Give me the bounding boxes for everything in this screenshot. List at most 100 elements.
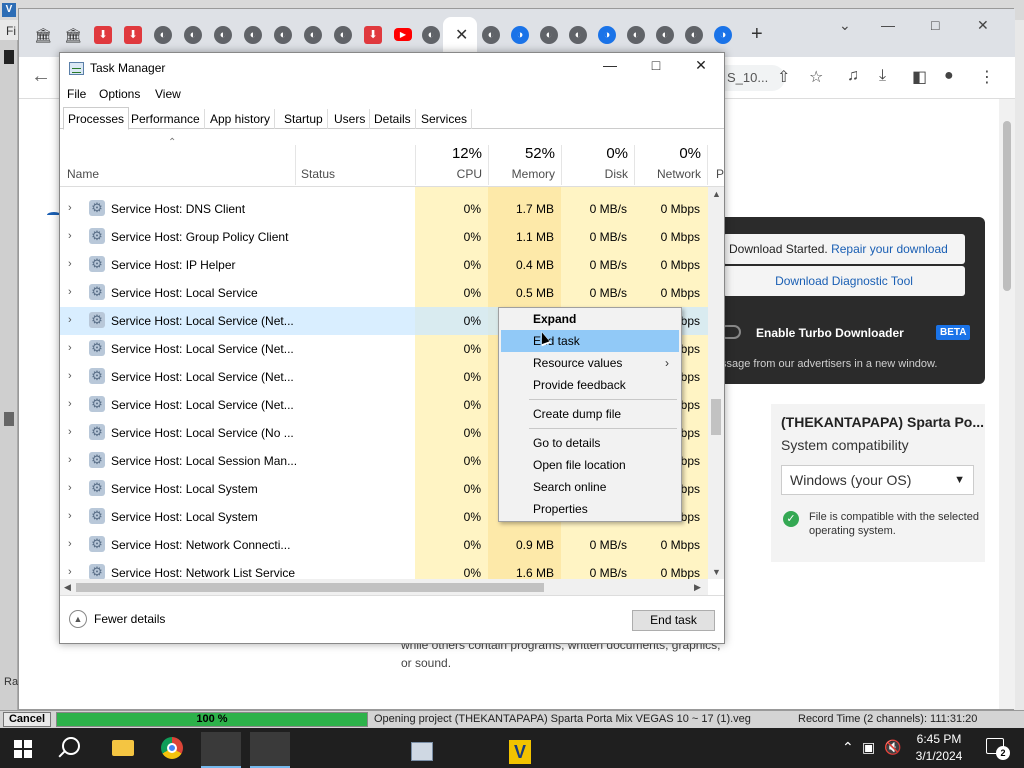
- close-icon[interactable]: ✕: [977, 17, 989, 34]
- chevron-right-icon[interactable]: ›: [68, 370, 72, 382]
- tab-details[interactable]: Details: [370, 109, 416, 129]
- header-network[interactable]: Network: [634, 167, 701, 181]
- diagnostic-tool-link[interactable]: Download Diagnostic Tool: [723, 266, 965, 296]
- sort-caret-icon[interactable]: ⌃: [168, 137, 176, 148]
- globe-icon[interactable]: ◐: [540, 26, 558, 44]
- globe-icon[interactable]: ◐: [154, 26, 172, 44]
- chevron-right-icon[interactable]: ›: [68, 510, 72, 522]
- chrome-icon[interactable]: [161, 737, 183, 759]
- tab-performance[interactable]: Performance: [127, 109, 205, 129]
- table-row[interactable]: › ⚙ Service Host: Network Connecti... 0% 0.9…: [60, 531, 708, 559]
- scroll-right-icon[interactable]: ▶: [694, 582, 701, 593]
- network-icon[interactable]: ▣: [862, 739, 875, 756]
- globe-icon[interactable]: ◐: [569, 26, 587, 44]
- repair-download-link[interactable]: Repair your download: [831, 242, 948, 256]
- close-icon[interactable]: ✕: [455, 25, 468, 45]
- address-bar[interactable]: S_10...: [725, 65, 785, 91]
- globe-icon[interactable]: ◐: [656, 26, 674, 44]
- chevron-up-icon[interactable]: ⌃: [842, 739, 854, 756]
- globe-icon[interactable]: ◐: [685, 26, 703, 44]
- chevron-right-icon[interactable]: ›: [68, 314, 72, 326]
- header-network-percent[interactable]: 0%: [634, 145, 701, 162]
- vegas-tool-icon[interactable]: [4, 412, 14, 426]
- menu-item-resource-values[interactable]: Resource values ›: [501, 352, 679, 374]
- header-memory-percent[interactable]: 52%: [488, 145, 555, 162]
- menu-item-properties[interactable]: Properties: [501, 498, 679, 520]
- scroll-down-icon[interactable]: ▼: [712, 567, 721, 577]
- chevron-right-icon[interactable]: ›: [68, 230, 72, 242]
- speaker-muted-icon[interactable]: 🔇: [884, 739, 901, 756]
- tab-app-history[interactable]: App history: [206, 109, 276, 129]
- new-tab-button[interactable]: +: [751, 23, 763, 46]
- maximize-icon[interactable]: □: [641, 57, 671, 73]
- globe-icon[interactable]: ◐: [274, 26, 292, 44]
- vertical-scroll-thumb[interactable]: [711, 399, 721, 435]
- horizontal-scrollbar[interactable]: ◀ ▶: [60, 579, 708, 595]
- header-name[interactable]: Name: [67, 167, 99, 181]
- kebab-menu-icon[interactable]: ⋮: [979, 67, 995, 87]
- clock[interactable]: 6:45 PM 3/1/2024: [906, 731, 972, 765]
- table-row[interactable]: › ⚙ Service Host: IP Helper 0% 0.4 MB 0 MB/s 0…: [60, 251, 708, 279]
- os-select[interactable]: Windows (your OS) ▼: [781, 465, 974, 495]
- minimize-icon[interactable]: —: [881, 17, 895, 33]
- youtube-icon[interactable]: ▶: [394, 28, 412, 41]
- menu-item-go-to-details[interactable]: Go to details: [501, 432, 679, 454]
- globe-icon[interactable]: ◐: [244, 26, 262, 44]
- download-icon[interactable]: ⬇: [364, 26, 382, 44]
- globe-icon[interactable]: ◐: [214, 26, 232, 44]
- chevron-right-icon[interactable]: ›: [68, 202, 72, 214]
- menu-item-end-task[interactable]: End task: [501, 330, 679, 352]
- scroll-up-icon[interactable]: ▲: [712, 189, 721, 199]
- edge-icon[interactable]: ◑: [598, 26, 616, 44]
- media-icon[interactable]: ♫: [847, 67, 859, 85]
- table-row[interactable]: › ⚙ Service Host: Group Policy Client 0% 1.1…: [60, 223, 708, 251]
- download-icon[interactable]: ⬇: [94, 26, 112, 44]
- share-icon[interactable]: ⇧: [777, 67, 790, 87]
- tab-startup[interactable]: Startup: [280, 109, 328, 129]
- header-status[interactable]: Status: [301, 167, 335, 181]
- windows-start-icon[interactable]: [14, 740, 32, 758]
- museum-icon[interactable]: 🏛: [34, 26, 52, 44]
- tab-processes[interactable]: Processes: [63, 107, 130, 130]
- globe-icon[interactable]: ◐: [482, 26, 500, 44]
- chevron-right-icon[interactable]: ›: [68, 258, 72, 270]
- chevron-right-icon[interactable]: ›: [68, 426, 72, 438]
- museum-icon[interactable]: 🏛: [64, 26, 82, 44]
- header-disk-percent[interactable]: 0%: [561, 145, 628, 162]
- globe-icon[interactable]: ◐: [422, 26, 440, 44]
- chevron-right-icon[interactable]: ›: [68, 482, 72, 494]
- tab-search-icon[interactable]: ⌄: [839, 17, 851, 34]
- chevron-right-icon[interactable]: ›: [68, 286, 72, 298]
- tab-services[interactable]: Services: [417, 109, 473, 129]
- globe-icon[interactable]: ◐: [334, 26, 352, 44]
- menu-item-provide-feedback[interactable]: Provide feedback: [501, 374, 679, 396]
- maximize-icon[interactable]: □: [931, 17, 939, 33]
- vegas-tool-icon[interactable]: [4, 50, 14, 64]
- chevron-right-icon[interactable]: ›: [68, 538, 72, 550]
- edge-icon[interactable]: ◑: [714, 26, 732, 44]
- minimize-icon[interactable]: —: [595, 57, 625, 73]
- profile-icon[interactable]: ●: [944, 67, 954, 85]
- horizontal-scroll-thumb[interactable]: [76, 583, 544, 592]
- globe-icon[interactable]: ◐: [627, 26, 645, 44]
- star-icon[interactable]: ☆: [809, 67, 823, 87]
- search-icon[interactable]: [62, 737, 80, 755]
- menu-item-create-dump-file[interactable]: Create dump file: [501, 403, 679, 425]
- scroll-left-icon[interactable]: ◀: [64, 582, 71, 593]
- header-power[interactable]: P: [716, 167, 724, 181]
- end-task-button[interactable]: End task: [632, 610, 715, 631]
- file-explorer-icon[interactable]: [112, 740, 134, 756]
- vegas-menu-file[interactable]: Fi: [6, 24, 16, 38]
- header-cpu[interactable]: CPU: [415, 167, 482, 181]
- tab-users[interactable]: Users: [330, 109, 371, 129]
- chevron-right-icon[interactable]: ›: [68, 342, 72, 354]
- side-panel-icon[interactable]: ◧: [912, 67, 927, 87]
- table-row[interactable]: › ⚙ Service Host: DNS Client 0% 1.7 MB 0 MB/s…: [60, 195, 708, 223]
- chevron-right-icon[interactable]: ›: [68, 398, 72, 410]
- table-row[interactable]: › ⚙ Service Host: Local Service 0% 0.5 MB 0 M…: [60, 279, 708, 307]
- chevron-right-icon[interactable]: ›: [68, 454, 72, 466]
- menu-options[interactable]: Options: [99, 87, 140, 101]
- chevron-up-icon[interactable]: ▲: [69, 610, 87, 628]
- globe-icon[interactable]: ◐: [304, 26, 322, 44]
- vertical-scrollbar[interactable]: ▲ ▼: [708, 187, 724, 579]
